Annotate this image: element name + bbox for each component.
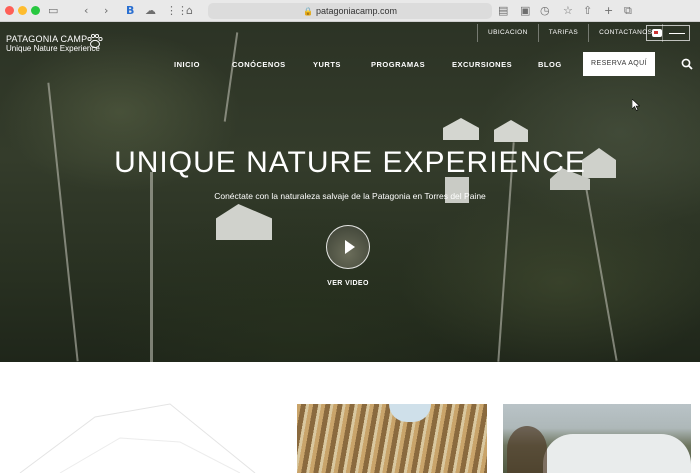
tree-trunk — [47, 82, 79, 362]
window-close-button[interactable] — [5, 6, 14, 15]
play-video-button[interactable] — [326, 225, 370, 269]
tree-trunk — [584, 183, 618, 361]
reserve-button[interactable]: RESERVA AQUÍ — [583, 52, 655, 76]
history-icon[interactable]: ◷ — [540, 4, 550, 18]
share-icon[interactable]: ⇧ — [583, 4, 592, 18]
hero-headline: UNIQUE NATURE EXPERIENCE — [114, 146, 586, 179]
address-bar[interactable]: 🔒 patagoniacamp.com — [208, 3, 492, 19]
nav-item-inicio[interactable]: INICIO — [174, 60, 200, 69]
nav-item-programas[interactable]: PROGRAMAS — [371, 60, 425, 69]
back-icon[interactable]: ‹ — [84, 4, 88, 18]
yurt-interior-photo[interactable] — [297, 404, 487, 473]
address-bar-url: patagoniacamp.com — [315, 6, 398, 16]
forward-icon[interactable]: › — [104, 4, 108, 18]
home-icon[interactable]: ⌂ — [186, 4, 193, 18]
cabin-image — [216, 204, 272, 240]
paw-icon — [87, 33, 103, 49]
hero-subheadline: Conéctate con la naturaleza salvaje de l… — [214, 191, 486, 201]
nav-item-yurts[interactable]: YURTS — [313, 60, 341, 69]
nav-item-blog[interactable]: BLOG — [538, 60, 562, 69]
cabin-image — [494, 120, 528, 142]
decorative-outline-graphic — [19, 403, 256, 473]
flag-icon — [652, 29, 662, 37]
window-minimize-button[interactable] — [18, 6, 27, 15]
video-label[interactable]: VER VIDEO — [0, 280, 696, 287]
browser-toolbar: ▭ ‹ › B ☁ ⋮⋮ ⌂ 🔒 patagoniacamp.com ▤ ▣ ◷ … — [0, 0, 700, 22]
bookmark-star-icon[interactable]: ☆ — [563, 4, 573, 18]
tabs-overview-icon[interactable]: ⧉ — [624, 4, 632, 18]
lock-icon: 🔒 — [302, 7, 313, 16]
dropdown-line-icon — [669, 33, 685, 34]
language-selector[interactable] — [646, 25, 690, 41]
yurt-exterior-photo[interactable] — [503, 404, 691, 473]
grid-icon[interactable]: ⋮⋮ — [166, 4, 188, 18]
mouse-cursor-icon — [632, 99, 640, 111]
cabin-image — [443, 118, 479, 140]
new-tab-icon[interactable]: + — [604, 4, 613, 18]
extension-icon[interactable]: ▣ — [520, 4, 530, 18]
tree-trunk — [223, 32, 239, 122]
window-maximize-button[interactable] — [31, 6, 40, 15]
utility-nav: UBICACION TARIFAS CONTACTANOS — [477, 24, 664, 42]
search-icon[interactable] — [681, 58, 693, 70]
utility-link-ubicacion[interactable]: UBICACION — [477, 24, 538, 42]
cloud-icon[interactable]: ☁ — [145, 4, 156, 18]
reader-icon[interactable]: ▤ — [498, 4, 508, 18]
utility-link-tarifas[interactable]: TARIFAS — [537, 24, 588, 42]
nav-item-conocenos[interactable]: CONÓCENOS — [232, 60, 286, 69]
bookmark-extension-icon[interactable]: B — [126, 4, 134, 18]
sidebar-toggle-icon[interactable]: ▭ — [48, 4, 58, 18]
nav-item-excursiones[interactable]: EXCURSIONES — [452, 60, 512, 69]
